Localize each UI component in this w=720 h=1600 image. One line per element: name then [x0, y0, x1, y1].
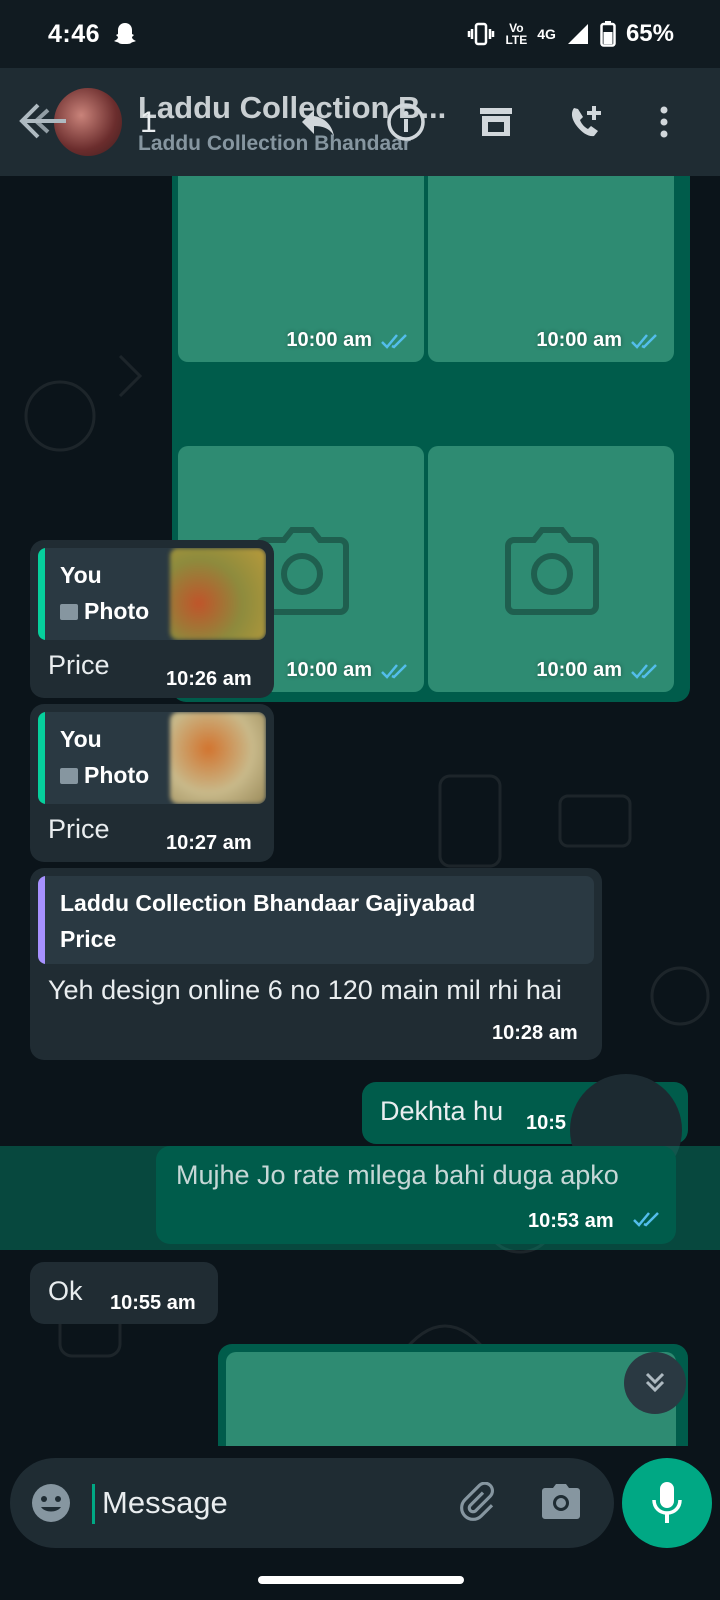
message-time: 10:5 — [526, 1112, 567, 1134]
read-ticks-icon — [633, 1212, 659, 1227]
incoming-message[interactable]: You Photo Price 10:26 am — [30, 540, 274, 698]
status-icons: Vo LTE 4G 65% — [467, 20, 674, 48]
volte-icon: Vo LTE — [505, 21, 528, 47]
quote-type: Photo — [60, 762, 149, 789]
message-time: 10:00 am — [536, 329, 622, 351]
reply-icon[interactable] — [296, 100, 340, 144]
message-time: 10:26 am — [166, 668, 252, 690]
message-time: 10:28 am — [492, 1022, 578, 1044]
outgoing-message[interactable]: Mujhe Jo rate milega bahi duga apko 10:5… — [156, 1146, 676, 1244]
battery-percent: 65% — [625, 20, 674, 47]
store-icon[interactable] — [474, 100, 518, 144]
quote-bar — [38, 876, 45, 964]
quote-author: Laddu Collection Bhandaar Gajiyabad — [60, 890, 476, 916]
gesture-nav-bar[interactable] — [258, 1576, 464, 1584]
vibrate-icon — [468, 22, 495, 46]
snapchat-ghost-icon — [114, 23, 137, 44]
signal-icon — [567, 24, 588, 44]
text-cursor — [92, 1484, 95, 1524]
message-time: 10:55 am — [110, 1292, 196, 1314]
incoming-message[interactable]: Laddu Collection Bhandaar Gajiyabad Pric… — [30, 868, 602, 1060]
quote-author: You — [60, 726, 102, 752]
photo-thumbnail[interactable] — [226, 1352, 676, 1446]
more-vert-icon[interactable] — [642, 100, 686, 144]
quote-type: Photo — [60, 598, 149, 625]
quote-bar — [38, 712, 45, 804]
photo-thumbnail — [170, 712, 266, 804]
photo-thumbnail — [170, 548, 266, 640]
status-bar: 4:46 Vo LTE 4G 65% — [0, 0, 720, 68]
contact-subtitle[interactable]: Laddu Collection Bhandaar — [138, 132, 411, 156]
camera-placeholder-icon — [505, 527, 599, 615]
message-text: Dekhta hu — [380, 1096, 504, 1126]
emoji-icon[interactable] — [30, 1482, 72, 1524]
photo-thumbnail[interactable]: 10:00 am — [428, 176, 674, 362]
message-time: 10:00 am — [286, 659, 372, 681]
message-composer — [10, 1458, 614, 1548]
message-time: 10:53 am — [528, 1210, 614, 1232]
info-icon[interactable] — [384, 100, 428, 144]
voice-record-button[interactable] — [622, 1458, 712, 1548]
incoming-message[interactable]: Ok 10:55 am — [30, 1262, 218, 1324]
status-time: 4:46 — [48, 19, 101, 48]
microphone-icon — [652, 1482, 682, 1523]
add-call-icon[interactable] — [564, 100, 608, 144]
photo-thumbnail[interactable]: 10:00 am — [178, 176, 424, 362]
quoted-message[interactable]: You Photo — [38, 548, 266, 640]
quote-author: You — [60, 562, 102, 588]
quoted-message[interactable]: You Photo — [38, 712, 266, 804]
message-time: 10:27 am — [166, 832, 252, 854]
chat-area[interactable]: 10:00 am 10:00 am 10:00 am 10:00 am You … — [0, 176, 720, 1446]
message-text: Mujhe Jo rate milega bahi duga apko — [176, 1160, 619, 1190]
read-ticks-icon — [631, 664, 657, 679]
message-time: 10:00 am — [286, 329, 372, 351]
read-ticks-icon — [631, 334, 657, 349]
quote-text: Price — [60, 926, 117, 952]
camera-icon[interactable] — [540, 1482, 582, 1522]
photo-icon — [60, 767, 78, 784]
battery-icon — [600, 21, 616, 47]
message-time: 10:00 am — [536, 659, 622, 681]
attach-icon[interactable] — [458, 1482, 502, 1526]
network-type: 4G — [537, 26, 556, 42]
quote-bar — [38, 548, 45, 640]
message-text: Price — [48, 814, 110, 844]
incoming-message[interactable]: You Photo Price 10:27 am — [30, 704, 274, 862]
read-ticks-icon — [381, 664, 407, 679]
message-input[interactable] — [102, 1478, 432, 1528]
message-text: Yeh design online 6 no 120 main mil rhi … — [48, 975, 562, 1005]
message-text: Price — [48, 650, 110, 680]
message-text: Ok — [48, 1276, 83, 1306]
photo-thumbnail[interactable]: 10:00 am — [428, 446, 674, 692]
photo-icon — [60, 603, 78, 620]
outgoing-media-message[interactable] — [218, 1344, 688, 1446]
selected-count: 1 — [140, 106, 157, 139]
read-ticks-icon — [381, 334, 407, 349]
scroll-to-bottom-button[interactable] — [624, 1352, 686, 1414]
double-chevron-down-icon — [645, 1372, 665, 1393]
back-arrow-icon[interactable] — [14, 96, 70, 146]
quoted-message[interactable]: Laddu Collection Bhandaar Gajiyabad Pric… — [38, 876, 594, 964]
chat-header: Laddu Collection B... Laddu Collection B… — [0, 68, 720, 176]
